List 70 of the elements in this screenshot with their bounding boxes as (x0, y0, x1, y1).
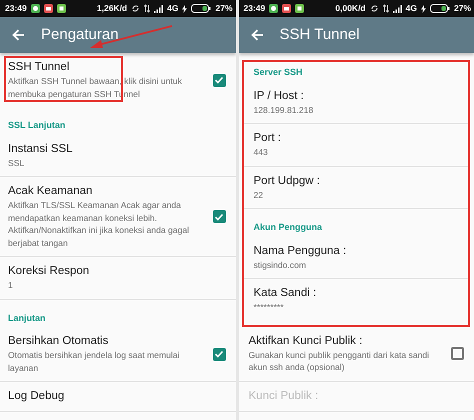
battery-icon (430, 4, 450, 13)
chat-icon (269, 4, 278, 13)
settings-item[interactable]: Acak Keamanan Aktifkan TLS/SSL Keamanan Acak agar anda mendapatkan keamanan koneksi lebih. Aktifkan/Nonaktifkan ini jika koneksi anda gagal berjabat tangan (0, 177, 236, 257)
setting-title: Aktifkan Kunci Publik : (248, 334, 364, 348)
setting-title: Port Udpgw : (254, 174, 321, 188)
settings-item[interactable]: Bersihkan Otomatis Otomatis bersihkan jendela log saat memulai layanan (0, 327, 236, 382)
screen-title: SSH Tunnel (280, 24, 360, 45)
settings-item[interactable]: Port : 443 (244, 124, 468, 166)
chat-icon (30, 4, 40, 13)
status-time: 23:49 (5, 2, 27, 15)
data-arrows-icon (144, 4, 150, 13)
setting-title: Log Debug (8, 389, 66, 404)
setting-summary: Gunakan kunci publik pengganti dari kata sandi akun ssh anda (opsional) (248, 348, 430, 374)
status-time: 23:49 (244, 2, 266, 15)
bolt-icon (420, 4, 426, 12)
battery-percent: 27% (454, 2, 471, 15)
sync-icon (370, 4, 379, 13)
setting-title: Acak Keamanan (8, 184, 94, 199)
mail-icon (44, 4, 53, 13)
sync-icon (131, 4, 140, 13)
section-header: Server SSH (252, 66, 304, 79)
screen-title: Pengaturan (41, 24, 119, 45)
settings-item[interactable]: Port Udpgw : 22 (244, 166, 468, 209)
settings-item[interactable]: Koreksi Respon 1 (0, 257, 236, 300)
settings-item[interactable]: Log Debug (0, 382, 236, 412)
checkbox[interactable] (212, 74, 226, 86)
signal-icon (392, 4, 402, 12)
checkbox[interactable] (212, 348, 226, 360)
app-icon (56, 4, 66, 13)
setting-summary: 128.199.81.218 (254, 104, 314, 116)
network-type: 4G (406, 2, 417, 15)
settings-item[interactable]: Aktifkan Kunci Publik : Gunakan kunci publik pengganti dari kata sandi akun ssh anda (opsional) (238, 326, 474, 382)
battery-icon (191, 4, 212, 13)
settings-item[interactable]: Kata Sandi : ********* (244, 279, 468, 320)
setting-title: Port : (254, 131, 282, 146)
battery-percent: 27% (215, 2, 232, 15)
checkbox[interactable] (451, 347, 464, 360)
setting-summary: 443 (254, 146, 269, 158)
setting-summary: ********* (254, 301, 285, 314)
checkbox[interactable] (212, 210, 226, 223)
data-arrows-icon (382, 4, 389, 13)
network-speed: 0,00K/d (335, 2, 366, 15)
mail-icon (282, 4, 292, 13)
setting-title: SSH Tunnel (8, 60, 70, 75)
section-header: Lanjutan (7, 312, 46, 325)
setting-title: IP / Host : (254, 88, 305, 104)
settings-item[interactable]: IP / Host : 128.199.81.218 (244, 82, 468, 124)
setting-title: Kunci Publik : (248, 388, 320, 404)
setting-summary: Otomatis bersihkan jendela log saat memulai layanan (8, 349, 180, 374)
back-arrow-icon[interactable] (12, 29, 25, 41)
setting-summary: 22 (254, 188, 264, 201)
setting-title: Koreksi Respon (8, 264, 90, 279)
section-header: SSL Lanjutan (7, 119, 66, 132)
settings-item[interactable]: Instansi SSL SSL (0, 134, 236, 177)
setting-title: Nama Pengguna : (254, 244, 348, 258)
network-speed: 1,26K/d (96, 2, 128, 15)
back-arrow-icon[interactable] (250, 29, 264, 41)
setting-summary: stigsindo.com (254, 258, 308, 271)
setting-title: Instansi SSL (8, 142, 74, 156)
bolt-icon (182, 4, 188, 12)
setting-title: Kata Sandi : (254, 286, 318, 301)
app-icon (295, 4, 304, 13)
setting-summary: Aktifkan TLS/SSL Keamanan Acak agar anda mendapatkan keamanan koneksi lebih. Aktifkan/Nonaktifkan ini jika koneksi anda gagal berjabat tangan (8, 199, 190, 249)
setting-summary: SSL (8, 156, 26, 169)
signal-icon (154, 4, 164, 12)
network-type: 4G (167, 2, 178, 15)
section-header: Akun Pengguna (252, 221, 324, 234)
setting-title: Bersihkan Otomatis (8, 334, 110, 349)
setting-summary: 1 (8, 279, 14, 292)
settings-item[interactable]: Nama Pengguna : stigsindo.com (244, 236, 468, 279)
